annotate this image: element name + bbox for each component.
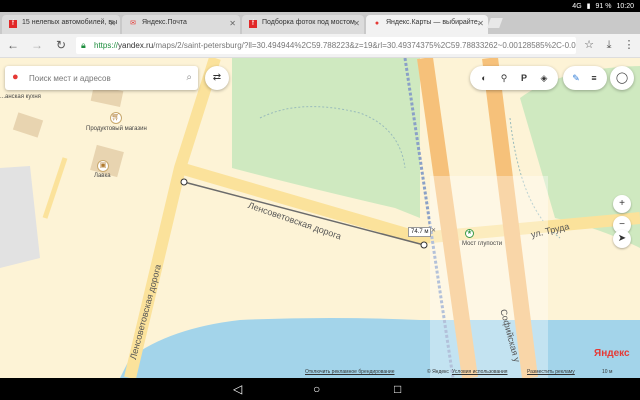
- landmark-star-icon[interactable]: ★: [465, 229, 474, 238]
- tools-group: ✎ ≡: [563, 66, 607, 90]
- clock: 10:20: [616, 2, 634, 10]
- new-tab-button[interactable]: [487, 18, 503, 28]
- yandex-logo: Яндекс: [594, 348, 630, 359]
- tab-strip: f 15 нелепых автомобилей, вы ✕ ✉ Яндекс.…: [0, 12, 640, 34]
- tab-2[interactable]: ✉ Яндекс.Почта ✕: [122, 15, 240, 34]
- shopping-cart-icon[interactable]: 🛒︎: [110, 112, 122, 124]
- close-tab-icon[interactable]: ✕: [229, 19, 236, 28]
- close-tab-icon[interactable]: ✕: [477, 19, 484, 28]
- search-icon[interactable]: ⌕: [186, 72, 192, 83]
- map-layers-group: ◐ ⚲ P ◈: [470, 66, 558, 90]
- zoom-in-button[interactable]: +: [613, 195, 631, 213]
- layers-icon[interactable]: ◈: [538, 72, 550, 84]
- address-bar[interactable]: 🔒︎ https://yandex.ru/maps/2/saint-peters…: [76, 37, 576, 54]
- measure-end-point: [420, 241, 428, 249]
- map-canvas[interactable]: Ленсоветовская дорога Ленсоветовская дор…: [0, 58, 640, 378]
- close-tab-icon[interactable]: ✕: [353, 19, 360, 28]
- terms-link[interactable]: Условия использования: [452, 369, 508, 375]
- place-kitchen-label[interactable]: ...анская кухня: [0, 94, 41, 100]
- battery-icon: ▮: [586, 3, 591, 10]
- tab-title: 15 нелепых автомобилей, вы: [22, 19, 118, 26]
- back-arrow-icon[interactable]: ←: [6, 38, 20, 52]
- route-button[interactable]: ⇄: [205, 66, 229, 90]
- android-nav-bar: ◁ ○ □: [0, 378, 640, 400]
- plus-icon: +: [619, 198, 625, 209]
- tab-3[interactable]: f Подборка фоток под мостом ✕: [242, 15, 364, 34]
- flipboard-icon: f: [9, 20, 17, 28]
- search-placeholder: Поиск мест и адресов: [29, 74, 111, 83]
- mail-icon: ✉: [130, 20, 136, 27]
- close-tab-icon[interactable]: ✕: [109, 19, 116, 28]
- browser-toolbar: ← → ↻ 🔒︎ https://yandex.ru/maps/2/saint-…: [0, 34, 640, 58]
- profile-button[interactable]: ◯: [610, 66, 634, 90]
- reload-icon[interactable]: ↻: [54, 38, 68, 52]
- tab-1[interactable]: f 15 нелепых автомобилей, вы ✕: [2, 15, 120, 34]
- route-icon: ⇄: [212, 72, 222, 83]
- tab-title: Яндекс.Почта: [142, 19, 187, 26]
- tab-title: Яндекс.Карты — выбирайте,: [386, 19, 480, 26]
- traffic-icon[interactable]: ◐: [478, 72, 490, 84]
- store-icon[interactable]: ▣: [97, 160, 109, 172]
- bike-icon[interactable]: ⚲: [498, 72, 510, 84]
- copyright: © Яндекс: [427, 369, 449, 375]
- place-store-label[interactable]: Лавка: [94, 173, 111, 179]
- ruler-icon[interactable]: ✎: [570, 72, 582, 84]
- distance-label: 74.7 м: [408, 227, 432, 237]
- user-icon: ◯: [615, 72, 629, 84]
- map-pin-icon: ●: [374, 20, 380, 27]
- locate-arrow-icon: ➤: [617, 233, 627, 244]
- back-triangle-icon[interactable]: ◁: [233, 381, 242, 397]
- menu-dots-icon[interactable]: ⋮: [622, 38, 636, 52]
- url-path: /maps/2/saint-petersburg/?ll=30.494944%2…: [153, 41, 576, 50]
- place-shop-label[interactable]: Продуктовый магазин: [86, 126, 147, 132]
- ad-link[interactable]: Разместить рекламу: [527, 369, 575, 375]
- lock-icon: 🔒︎: [81, 40, 86, 50]
- url-host: yandex.ru: [118, 41, 154, 50]
- signal-4g-icon: 4G: [572, 2, 582, 10]
- tab-4-active[interactable]: ● Яндекс.Карты — выбирайте, ✕: [366, 15, 488, 34]
- home-circle-icon[interactable]: ○: [313, 381, 320, 397]
- locate-button[interactable]: ➤: [613, 230, 631, 248]
- map-graphics: [0, 58, 640, 378]
- scale-bar: 10 м: [602, 369, 613, 375]
- close-measure-icon[interactable]: ✕: [431, 227, 436, 234]
- recents-square-icon[interactable]: □: [394, 381, 401, 397]
- tab-title: Подборка фоток под мостом: [262, 19, 355, 26]
- search-input[interactable]: ● Поиск мест и адресов ⌕: [5, 66, 198, 90]
- disable-branding-link[interactable]: Отключить рекламное брендирование: [305, 369, 395, 375]
- building-left: [0, 166, 40, 268]
- forward-arrow-icon[interactable]: →: [30, 38, 44, 52]
- download-icon[interactable]: ⤓: [602, 38, 616, 52]
- battery-level: 91 %: [595, 2, 612, 10]
- map-pin-icon: ●: [12, 71, 19, 83]
- menu-icon[interactable]: ≡: [588, 72, 600, 84]
- minus-icon: −: [619, 219, 625, 230]
- parking-icon[interactable]: P: [518, 72, 530, 84]
- flipboard-icon: f: [249, 20, 257, 28]
- measure-start-point: [180, 178, 188, 186]
- bookmark-star-icon[interactable]: ☆: [582, 38, 596, 52]
- url-scheme: https://: [94, 41, 119, 50]
- place-bridge-label[interactable]: Мост глупости: [462, 241, 502, 247]
- status-bar: 4G ▮ 91 % 10:20: [0, 0, 640, 12]
